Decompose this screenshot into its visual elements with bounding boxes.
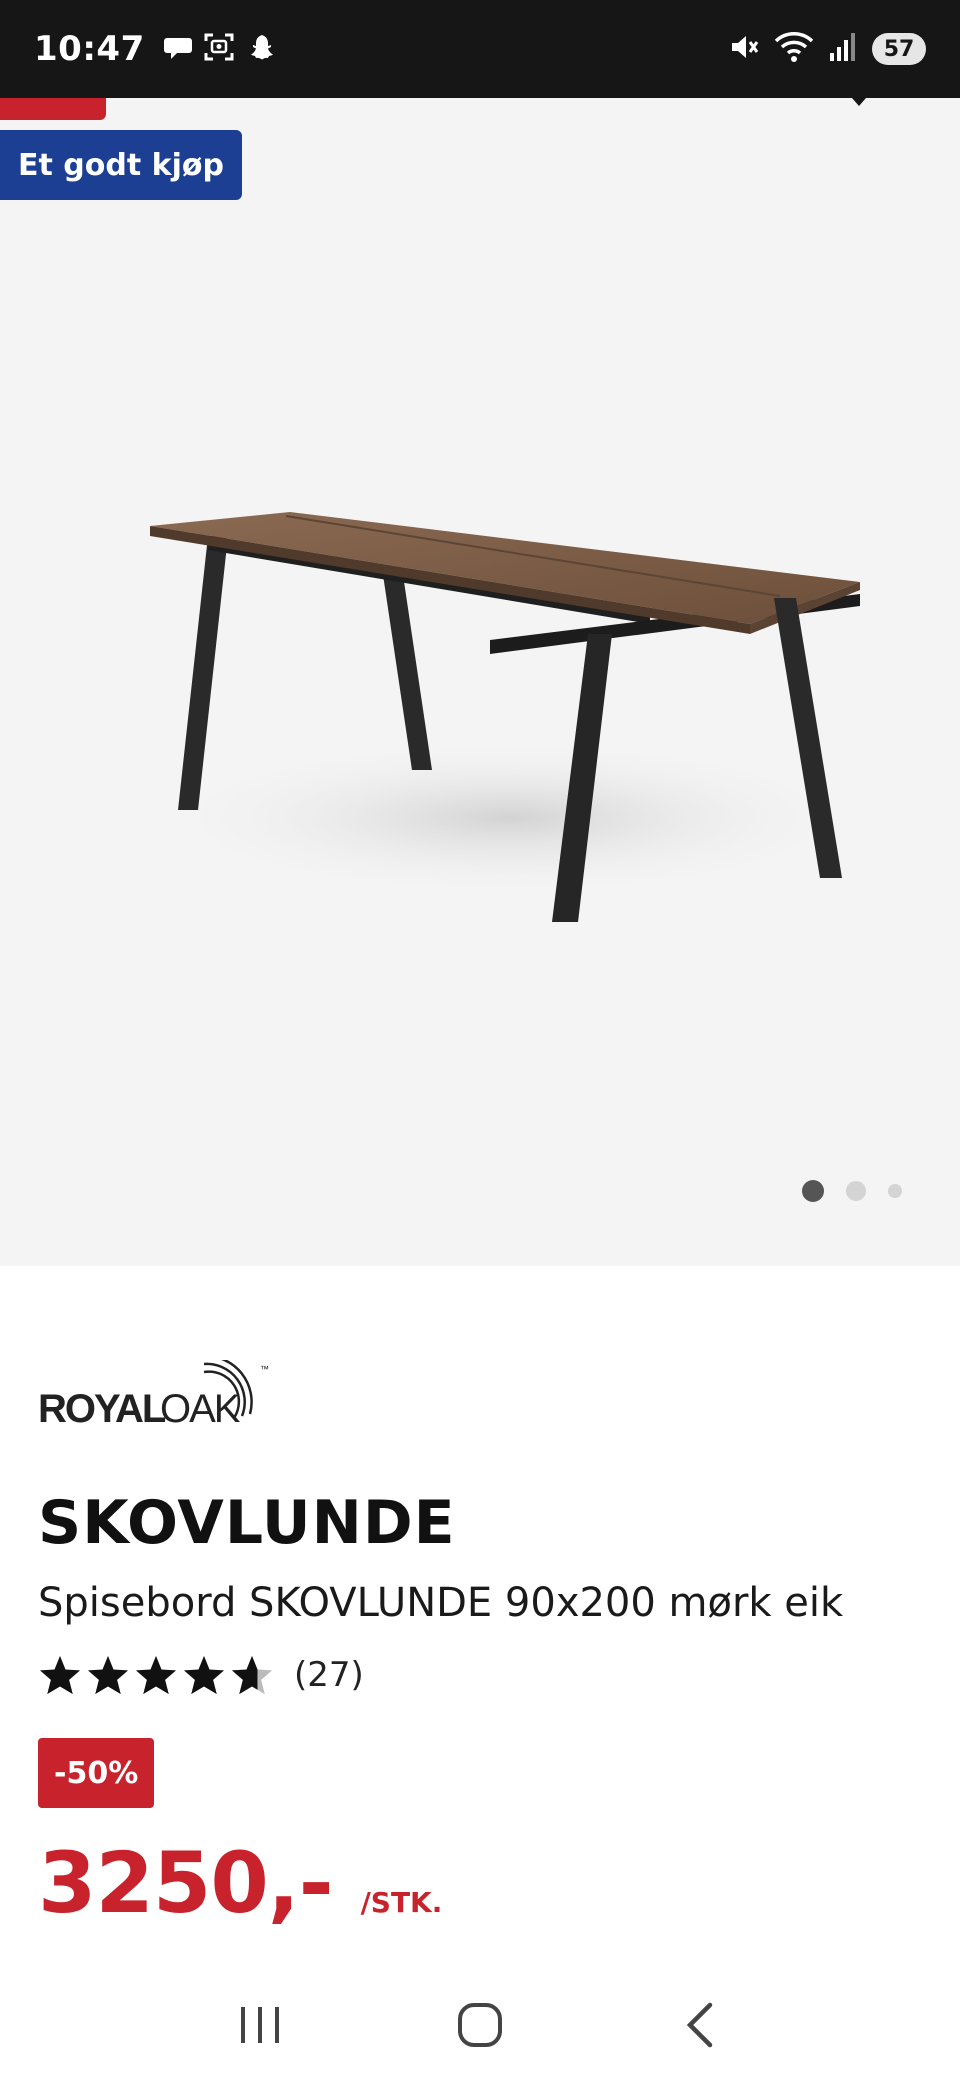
recent-apps-icon bbox=[241, 2007, 279, 2043]
back-button[interactable] bbox=[660, 1985, 740, 2065]
gallery-dot[interactable] bbox=[802, 1180, 824, 1202]
dining-table-image bbox=[150, 512, 870, 922]
royal-oak-logo: ROYAL OAK ™ bbox=[38, 1360, 269, 1430]
chat-bubble-icon bbox=[163, 32, 193, 66]
product-info: ROYAL OAK ™ SKOVLUNDE Spisebord SKOVLUND… bbox=[38, 1340, 922, 1932]
product-name: SKOVLUNDE bbox=[38, 1488, 456, 1558]
gallery-dot[interactable] bbox=[888, 1184, 902, 1198]
discount-badge: -50% bbox=[38, 1738, 155, 1808]
rating-count[interactable]: (27) bbox=[294, 1655, 364, 1695]
star-rating bbox=[38, 1654, 274, 1696]
back-icon bbox=[686, 2002, 713, 2048]
star-half-icon bbox=[231, 1655, 273, 1695]
notification-icons bbox=[163, 31, 275, 67]
star-full-icon bbox=[183, 1655, 225, 1695]
status-left: 10:47 bbox=[34, 29, 275, 69]
price-row: 3250,- /STK. bbox=[38, 1834, 922, 1932]
status-bar: 10:47 57 bbox=[0, 0, 960, 98]
price: 3250,- bbox=[38, 1834, 334, 1932]
campaign-tag bbox=[0, 98, 106, 120]
star-full-icon bbox=[135, 1655, 177, 1695]
gallery-pagination bbox=[802, 1180, 902, 1202]
rating-row[interactable]: (27) bbox=[38, 1654, 922, 1696]
wifi-icon bbox=[774, 31, 814, 67]
navigation-bar bbox=[0, 1970, 960, 2080]
star-full-icon bbox=[87, 1655, 129, 1695]
recent-apps-button[interactable] bbox=[220, 1985, 300, 2065]
star-full-icon bbox=[39, 1655, 81, 1695]
product-image-gallery[interactable]: Et godt kjøp bbox=[0, 98, 960, 1266]
clock: 10:47 bbox=[34, 29, 145, 69]
home-icon bbox=[458, 2003, 502, 2047]
mute-icon bbox=[728, 31, 760, 67]
product-description: Spisebord SKOVLUNDE 90x200 mørk eik bbox=[38, 1580, 844, 1626]
brand-bold-text: ROYAL bbox=[38, 1387, 166, 1430]
screenshot-icon bbox=[203, 31, 235, 67]
system-icons: 57 bbox=[728, 31, 926, 67]
brand-light-text: OAK bbox=[160, 1387, 241, 1430]
good-buy-badge: Et godt kjøp bbox=[0, 130, 242, 200]
chevron-down-icon bbox=[852, 98, 866, 106]
snapchat-icon bbox=[245, 32, 275, 66]
price-unit: /STK. bbox=[360, 1886, 443, 1919]
signal-icon bbox=[828, 31, 858, 67]
brand-tm: ™ bbox=[260, 1364, 269, 1374]
battery-indicator: 57 bbox=[872, 33, 926, 65]
gallery-dot[interactable] bbox=[846, 1181, 866, 1201]
brand-logo[interactable]: ROYAL OAK ™ bbox=[38, 1340, 922, 1430]
home-button[interactable] bbox=[440, 1985, 520, 2065]
